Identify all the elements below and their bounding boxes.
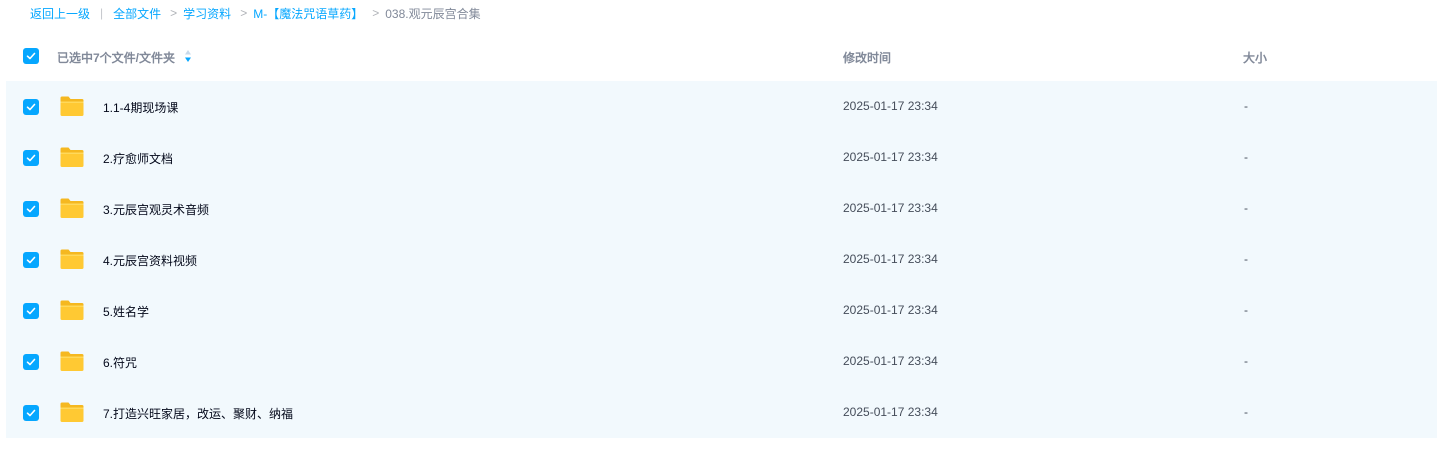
file-modified-time: 2025-01-17 23:34 [843, 354, 938, 368]
folder-icon [60, 198, 84, 218]
file-size: - [1244, 303, 1248, 317]
file-modified-time: 2025-01-17 23:34 [843, 252, 938, 266]
file-modified-time: 2025-01-17 23:34 [843, 99, 938, 113]
checkbox-checked-icon [26, 205, 36, 213]
row-checkbox[interactable] [23, 99, 39, 115]
file-name[interactable]: 7.打造兴旺家居，改运、聚财、纳福 [103, 405, 293, 422]
file-row[interactable]: 4.元辰宫资料视频 2025-01-17 23:34 - [6, 234, 1437, 285]
file-name[interactable]: 1.1-4期现场课 [103, 99, 178, 116]
select-all-checkbox[interactable] [23, 48, 39, 64]
breadcrumb-divider: | [100, 6, 104, 20]
breadcrumb-item-study[interactable]: 学习资料 [183, 5, 231, 22]
checkbox-checked-icon [26, 52, 36, 60]
row-checkbox[interactable] [23, 405, 39, 421]
folder-icon [60, 402, 84, 422]
file-modified-time: 2025-01-17 23:34 [843, 150, 938, 164]
row-checkbox[interactable] [23, 303, 39, 319]
file-name[interactable]: 3.元辰宫观灵术音频 [103, 201, 209, 218]
file-name[interactable]: 4.元辰宫资料视频 [103, 252, 197, 269]
file-name[interactable]: 6.符咒 [103, 354, 137, 371]
file-size: - [1244, 150, 1248, 164]
column-header-modified[interactable]: 修改时间 [843, 49, 891, 66]
row-checkbox[interactable] [23, 354, 39, 370]
file-size: - [1244, 354, 1248, 368]
file-row[interactable]: 7.打造兴旺家居，改运、聚财、纳福 2025-01-17 23:34 - [6, 387, 1437, 438]
sort-icon[interactable] [184, 49, 192, 63]
file-modified-time: 2025-01-17 23:34 [843, 201, 938, 215]
checkbox-checked-icon [26, 103, 36, 111]
folder-icon [60, 300, 84, 320]
column-header-size[interactable]: 大小 [1243, 49, 1267, 66]
file-list: 1.1-4期现场课 2025-01-17 23:34 - 2.疗愈师文档 202… [6, 81, 1437, 438]
selection-count: 已选中7个文件/文件夹 [57, 51, 176, 65]
folder-icon [60, 351, 84, 371]
file-modified-time: 2025-01-17 23:34 [843, 303, 938, 317]
checkbox-checked-icon [26, 256, 36, 264]
file-row[interactable]: 1.1-4期现场课 2025-01-17 23:34 - [6, 81, 1437, 132]
checkbox-checked-icon [26, 307, 36, 315]
breadcrumb: 返回上一级 | 全部文件 > 学习资料 > M-【魔法咒语草药】 > 038.观… [30, 4, 481, 22]
file-row[interactable]: 3.元辰宫观灵术音频 2025-01-17 23:34 - [6, 183, 1437, 234]
breadcrumb-separator: > [240, 6, 248, 20]
file-modified-time: 2025-01-17 23:34 [843, 405, 938, 419]
file-size: - [1244, 252, 1248, 266]
file-row[interactable]: 6.符咒 2025-01-17 23:34 - [6, 336, 1437, 387]
folder-icon [60, 249, 84, 269]
breadcrumb-separator: > [372, 6, 380, 20]
checkbox-checked-icon [26, 358, 36, 366]
checkbox-checked-icon [26, 154, 36, 162]
row-checkbox[interactable] [23, 201, 39, 217]
breadcrumb-current: 038.观元辰宫合集 [385, 6, 481, 21]
file-size: - [1244, 99, 1248, 113]
file-name[interactable]: 5.姓名学 [103, 303, 149, 320]
row-checkbox[interactable] [23, 150, 39, 166]
file-row[interactable]: 2.疗愈师文档 2025-01-17 23:34 - [6, 132, 1437, 183]
file-size: - [1244, 405, 1248, 419]
checkbox-checked-icon [26, 409, 36, 417]
file-size: - [1244, 201, 1248, 215]
folder-icon [60, 147, 84, 167]
file-list-header: 已选中7个文件/文件夹 修改时间 大小 [0, 36, 1437, 76]
file-name[interactable]: 2.疗愈师文档 [103, 150, 173, 167]
row-checkbox[interactable] [23, 252, 39, 268]
file-row[interactable]: 5.姓名学 2025-01-17 23:34 - [6, 285, 1437, 336]
folder-icon [60, 96, 84, 116]
breadcrumb-item-all-files[interactable]: 全部文件 [113, 5, 161, 22]
breadcrumb-item-magic[interactable]: M-【魔法咒语草药】 [253, 5, 363, 22]
back-link[interactable]: 返回上一级 [30, 5, 90, 22]
breadcrumb-separator: > [170, 6, 178, 20]
